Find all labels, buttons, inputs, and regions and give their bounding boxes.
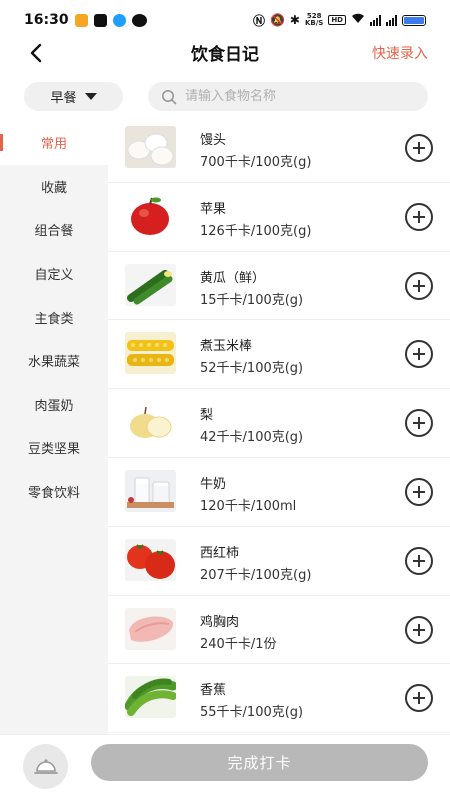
category-label: 组合餐 (34, 224, 74, 240)
quick-entry-link[interactable]: 快速录入 (372, 43, 428, 63)
add-food-button[interactable] (405, 615, 433, 644)
food-calories: 55千卡/100克(g) (200, 705, 304, 721)
category-label: 零食饮料 (27, 486, 80, 502)
food-calories: 15千卡/100克(g) (200, 292, 304, 308)
status-bar: 16:30 Ⓝ 🔕 ✱ 528 KB/S HD (0, 0, 450, 40)
bluetooth-icon: ✱ (289, 13, 300, 27)
add-food-button[interactable] (405, 477, 433, 506)
category-label: 主食类 (34, 311, 74, 327)
category-label: 自定义 (34, 268, 74, 284)
food-name: 黄瓜（鲜） (200, 270, 266, 286)
nfc-icon: Ⓝ (252, 13, 265, 28)
category-combo-meal[interactable]: 组合餐 (0, 208, 108, 252)
category-label: 常用 (40, 137, 67, 153)
add-food-button[interactable] (405, 271, 433, 300)
add-food-button[interactable] (405, 684, 433, 713)
food-item[interactable]: 梨 42千卡/100克(g) (108, 389, 450, 458)
signal-icon (370, 14, 381, 26)
pear-image (125, 401, 176, 444)
category-snacks-drinks[interactable]: 零食饮料 (0, 470, 108, 514)
search-input[interactable] (185, 89, 415, 104)
corn-image (125, 332, 176, 375)
apple-image (125, 194, 176, 237)
food-calories: 207千卡/100克(g) (200, 567, 312, 583)
add-food-button[interactable] (405, 409, 433, 438)
category-common[interactable]: 常用 (0, 121, 108, 165)
category-label: 肉蛋奶 (34, 398, 74, 414)
category-label: 水果蔬菜 (27, 355, 80, 371)
qq-icon (112, 13, 126, 27)
category-beans-nuts[interactable]: 豆类坚果 (0, 426, 108, 470)
cucumber-image (125, 263, 176, 306)
meal-type-dropdown[interactable]: 早餐 (24, 82, 123, 111)
category-fruit-veg[interactable]: 水果蔬菜 (0, 339, 108, 383)
net-speed: 528 KB/S (305, 13, 323, 27)
food-item[interactable]: 黄瓜（鲜） 15千卡/100克(g) (108, 252, 450, 321)
add-food-button[interactable] (405, 546, 433, 575)
milk-image (125, 469, 176, 512)
hd-badge: HD (328, 15, 346, 25)
signal-2-icon (386, 14, 397, 26)
meal-type-value: 早餐 (50, 91, 77, 106)
bottom-bar: 完成打卡 (0, 734, 450, 800)
food-item[interactable]: 西红柿 207千卡/100克(g) (108, 527, 450, 596)
food-tray-icon (33, 758, 58, 774)
steamed-bun-image (125, 126, 176, 168)
food-calories: 42千卡/100克(g) (200, 430, 304, 446)
category-favorites[interactable]: 收藏 (0, 165, 108, 209)
food-name: 香蕉 (200, 683, 227, 699)
search-icon (162, 89, 177, 104)
food-calories: 700千卡/100克(g) (200, 155, 312, 170)
status-right: Ⓝ 🔕 ✱ 528 KB/S HD (253, 12, 426, 29)
food-item[interactable]: 苹果 126千卡/100克(g) (108, 183, 450, 252)
food-name: 鸡胸肉 (200, 614, 240, 630)
status-time: 16:30 (24, 12, 69, 28)
food-calories: 120千卡/100ml (200, 498, 297, 514)
finish-checkin-button[interactable]: 完成打卡 (91, 744, 428, 781)
food-item[interactable]: 香蕉 55千卡/100克(g) (108, 664, 450, 734)
battery-icon (402, 14, 426, 26)
food-calories: 240千卡/1份 (200, 636, 277, 652)
category-label: 收藏 (40, 180, 67, 196)
caret-down-icon (84, 93, 97, 100)
food-tray-button[interactable] (23, 744, 68, 789)
food-calories: 126千卡/100克(g) (200, 223, 312, 239)
mute-icon: 🔕 (269, 13, 285, 27)
app-notification-icon (74, 13, 88, 27)
food-item[interactable]: 煮玉米棒 52千卡/100克(g) (108, 320, 450, 390)
food-name: 牛奶 (200, 476, 227, 492)
food-name: 梨 (200, 408, 214, 424)
category-custom[interactable]: 自定义 (0, 252, 108, 296)
category-meat-egg-milk[interactable]: 肉蛋奶 (0, 383, 108, 427)
food-item[interactable]: 鸡胸肉 240千卡/1份 (108, 596, 450, 665)
food-name: 西红柿 (200, 545, 240, 561)
add-food-button[interactable] (405, 202, 433, 231)
category-staple-food[interactable]: 主食类 (0, 295, 108, 339)
food-name: 苹果 (200, 201, 227, 217)
search-box[interactable] (148, 82, 428, 111)
net-speed-unit: KB/S (304, 19, 324, 27)
food-item[interactable]: 馒头 700千卡/100克(g) (108, 114, 450, 183)
nav-bar: 饮食日记 快速录入 (0, 38, 450, 68)
banana-image (125, 676, 176, 719)
status-left: 16:30 (24, 12, 147, 28)
food-item[interactable]: 牛奶 120千卡/100ml (108, 458, 450, 527)
add-food-button[interactable] (405, 340, 433, 369)
chicken-breast-image (125, 607, 176, 650)
category-sidebar: 常用 收藏 组合餐 自定义 主食类 水果蔬菜 肉蛋奶 豆类坚果 零食饮料 (0, 121, 108, 734)
tomato-image (125, 538, 176, 581)
add-food-button[interactable] (405, 134, 433, 162)
food-calories: 52千卡/100克(g) (200, 361, 304, 377)
tiktok-icon (93, 13, 107, 27)
food-name: 煮玉米棒 (200, 339, 253, 355)
food-list: 馒头 700千卡/100克(g) 苹果 126千卡/100克(g) 黄瓜（鲜） … (108, 114, 450, 734)
category-label: 豆类坚果 (27, 442, 80, 458)
food-name: 馒头 (200, 133, 227, 148)
wifi-icon (351, 13, 365, 27)
wechat-icon (131, 13, 147, 27)
